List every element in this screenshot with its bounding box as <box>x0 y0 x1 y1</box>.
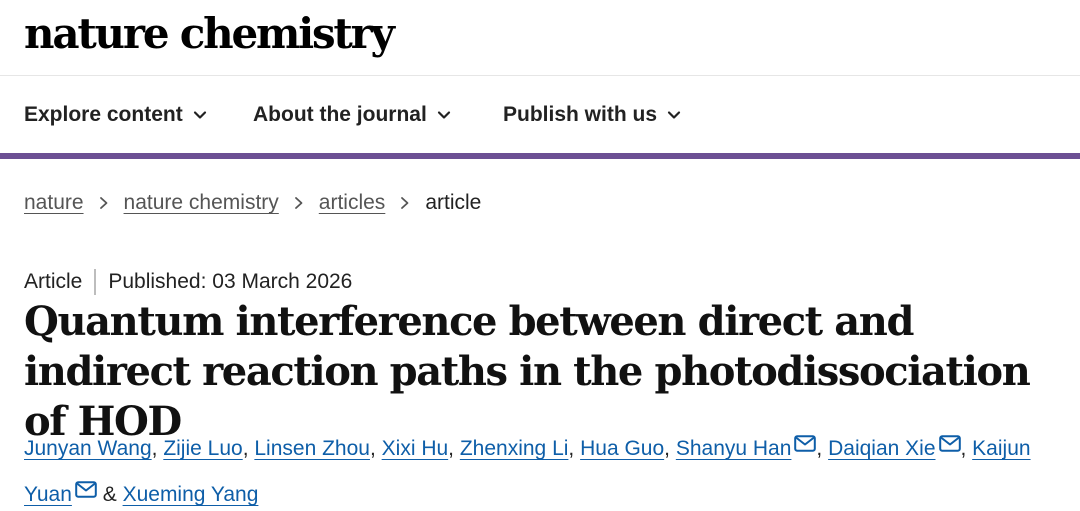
author-link[interactable]: Zijie Luo <box>163 437 242 460</box>
accent-rule <box>0 153 1080 159</box>
author-link[interactable]: Junyan Wang <box>24 437 152 460</box>
breadcrumb-articles[interactable]: articles <box>319 191 386 215</box>
nav-item-label: About the journal <box>253 103 427 126</box>
article-meta: Article Published: 03 March 2026 <box>24 268 352 296</box>
author-link[interactable]: Zhenxing Li <box>460 437 569 460</box>
author-separator: , <box>816 437 829 460</box>
author-list: Junyan Wang, Zijie Luo, Linsen Zhou, Xix… <box>24 426 1074 511</box>
author-separator: , <box>568 437 581 460</box>
author-link[interactable]: Yuan <box>24 483 72 506</box>
published-date: Published: 03 March 2026 <box>108 270 353 293</box>
breadcrumb-nature-chemistry[interactable]: nature chemistry <box>124 191 279 215</box>
author-link[interactable]: Kaijun <box>972 437 1030 460</box>
author-separator: , <box>960 437 973 460</box>
nav-item-label: Publish with us <box>503 103 658 126</box>
author-link[interactable]: Linsen Zhou <box>254 437 370 460</box>
journal-logo[interactable]: nature chemistry <box>24 6 395 62</box>
author-link[interactable]: Xixi Hu <box>382 437 449 460</box>
chevron-right-icon <box>294 197 303 209</box>
author-separator: & <box>96 483 123 506</box>
main-nav: Explore content About the journal Publis… <box>0 76 1080 153</box>
author-separator: , <box>369 437 382 460</box>
author-separator: , <box>242 437 255 460</box>
logo-bar: nature chemistry <box>0 0 1080 76</box>
nav-about-journal[interactable]: About the journal <box>253 101 451 129</box>
mail-icon[interactable] <box>75 481 97 498</box>
author-link[interactable]: Daiqian Xie <box>828 437 935 460</box>
author-link[interactable]: Xueming Yang <box>123 483 259 506</box>
breadcrumb: nature nature chemistry articles article <box>24 188 481 218</box>
author-separator: , <box>151 437 164 460</box>
chevron-right-icon <box>99 197 107 209</box>
chevron-down-icon <box>667 111 681 119</box>
nav-publish-with-us[interactable]: Publish with us <box>503 101 681 129</box>
nav-item-label: Explore content <box>24 103 183 126</box>
nav-explore-content[interactable]: Explore content <box>24 101 207 129</box>
author-link[interactable]: Hua Guo <box>580 437 664 460</box>
author-link[interactable]: Shanyu Han <box>676 437 792 460</box>
breadcrumb-nature[interactable]: nature <box>24 191 84 215</box>
mail-icon[interactable] <box>794 435 817 452</box>
author-separator: , <box>664 437 676 460</box>
meta-divider <box>94 269 97 295</box>
article-title: Quantum interference between direct and … <box>24 298 1031 445</box>
chevron-down-icon <box>193 111 206 119</box>
article-type: Article <box>24 270 83 293</box>
chevron-right-icon <box>401 197 409 209</box>
breadcrumb-current: article <box>425 191 482 214</box>
mail-icon[interactable] <box>938 435 961 452</box>
author-separator: , <box>448 437 460 460</box>
chevron-down-icon <box>437 111 450 119</box>
